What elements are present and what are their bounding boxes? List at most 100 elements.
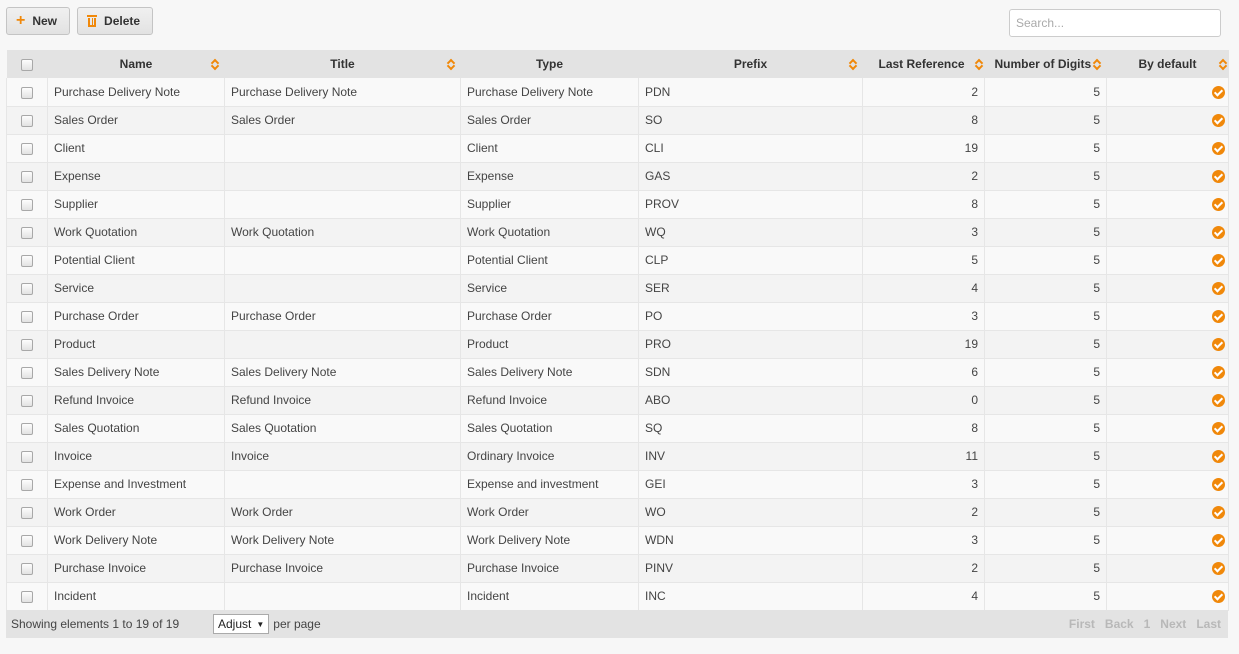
table-row[interactable]: Service Service SER 4 5	[6, 274, 1229, 303]
cell-number-of-digits: 5	[984, 246, 1107, 275]
cell-title: Purchase Delivery Note	[224, 78, 461, 107]
row-checkbox[interactable]	[21, 478, 33, 491]
cell-by-default	[1106, 442, 1229, 471]
cell-last-reference: 19	[862, 330, 985, 359]
column-header-name[interactable]: Name	[47, 50, 225, 78]
delete-button[interactable]: Delete	[77, 7, 154, 35]
row-checkbox[interactable]	[21, 254, 33, 267]
cell-type: Incident	[460, 582, 639, 611]
page-size-select[interactable]: Adjust ▼	[213, 614, 270, 634]
table-row[interactable]: Sales Quotation Sales Quotation Sales Quot…	[6, 414, 1229, 443]
cell-by-default	[1106, 554, 1229, 583]
cell-by-default	[1106, 134, 1229, 163]
search-input[interactable]	[1009, 9, 1221, 37]
cell-type: Supplier	[460, 190, 639, 219]
cell-number-of-digits: 5	[984, 358, 1107, 387]
column-header-number-of-digits[interactable]: Number of Digits	[984, 50, 1107, 78]
cell-prefix: SQ	[638, 414, 863, 443]
row-checkbox[interactable]	[21, 198, 33, 211]
row-select-cell	[6, 190, 48, 219]
column-header-by-default[interactable]: By default	[1106, 50, 1229, 78]
row-checkbox[interactable]	[21, 86, 33, 99]
column-header-type[interactable]: Type	[460, 50, 639, 78]
sort-icon[interactable]	[211, 58, 219, 70]
cell-last-reference: 19	[862, 134, 985, 163]
table-row[interactable]: Supplier Supplier PROV 8 5	[6, 190, 1229, 219]
table-row[interactable]: Sales Delivery Note Sales Delivery Note Sa…	[6, 358, 1229, 387]
cell-type: Sales Quotation	[460, 414, 639, 443]
row-select-cell	[6, 414, 48, 443]
cell-prefix: CLP	[638, 246, 863, 275]
check-circle-icon	[1212, 254, 1225, 268]
sort-icon[interactable]	[849, 58, 857, 70]
row-checkbox[interactable]	[21, 142, 33, 155]
sort-icon[interactable]	[1219, 58, 1227, 70]
row-checkbox[interactable]	[21, 394, 33, 407]
check-circle-icon	[1212, 562, 1225, 576]
sort-icon[interactable]	[975, 58, 983, 70]
table-row[interactable]: Refund Invoice Refund Invoice Refund Invoi…	[6, 386, 1229, 415]
select-all-checkbox[interactable]	[21, 58, 33, 71]
cell-title	[224, 582, 461, 611]
row-select-cell	[6, 218, 48, 247]
sort-icon[interactable]	[447, 58, 455, 70]
table-row[interactable]: Expense and Investment Expense and invest…	[6, 470, 1229, 499]
cell-title: Sales Order	[224, 106, 461, 135]
pager-back[interactable]: Back	[1105, 617, 1134, 631]
cell-name: Expense and Investment	[47, 470, 225, 499]
pager-next[interactable]: Next	[1160, 617, 1186, 631]
table-row[interactable]: Invoice Invoice Ordinary Invoice INV 11 5	[6, 442, 1229, 471]
cell-last-reference: 3	[862, 470, 985, 499]
check-circle-icon	[1212, 394, 1225, 408]
column-header-prefix[interactable]: Prefix	[638, 50, 863, 78]
row-select-cell	[6, 358, 48, 387]
table-row[interactable]: Potential Client Potential Client CLP 5 5	[6, 246, 1229, 275]
cell-last-reference: 4	[862, 582, 985, 611]
row-checkbox[interactable]	[21, 506, 33, 519]
table-row[interactable]: Incident Incident INC 4 5	[6, 582, 1229, 611]
cell-title	[224, 246, 461, 275]
cell-last-reference: 8	[862, 414, 985, 443]
cell-by-default	[1106, 582, 1229, 611]
table-row[interactable]: Purchase Delivery Note Purchase Delivery …	[6, 78, 1229, 107]
table-row[interactable]: Work Quotation Work Quotation Work Quotati…	[6, 218, 1229, 247]
cell-by-default	[1106, 190, 1229, 219]
table-row[interactable]: Product Product PRO 19 5	[6, 330, 1229, 359]
row-checkbox[interactable]	[21, 450, 33, 463]
cell-number-of-digits: 5	[984, 442, 1107, 471]
table-row[interactable]: Expense Expense GAS 2 5	[6, 162, 1229, 191]
row-checkbox[interactable]	[21, 338, 33, 351]
row-checkbox[interactable]	[21, 562, 33, 575]
row-checkbox[interactable]	[21, 114, 33, 127]
cell-title	[224, 330, 461, 359]
table-row[interactable]: Client Client CLI 19 5	[6, 134, 1229, 163]
pager-last[interactable]: Last	[1196, 617, 1221, 631]
table-row[interactable]: Purchase Invoice Purchase Invoice Purchase…	[6, 554, 1229, 583]
column-header-last-reference[interactable]: Last Reference	[862, 50, 985, 78]
new-button[interactable]: + New	[6, 7, 71, 35]
sort-icon[interactable]	[1093, 58, 1101, 70]
row-checkbox[interactable]	[21, 226, 33, 239]
table-row[interactable]: Work Delivery Note Work Delivery Note Work…	[6, 526, 1229, 555]
table-row[interactable]: Purchase Order Purchase Order Purchase Ord…	[6, 302, 1229, 331]
row-checkbox[interactable]	[21, 534, 33, 547]
cell-number-of-digits: 5	[984, 302, 1107, 331]
row-checkbox[interactable]	[21, 170, 33, 183]
cell-name: Work Quotation	[47, 218, 225, 247]
row-checkbox[interactable]	[21, 422, 33, 435]
column-header-title[interactable]: Title	[224, 50, 461, 78]
pager-current-page[interactable]: 1	[1144, 617, 1151, 631]
cell-prefix: WO	[638, 498, 863, 527]
cell-title	[224, 274, 461, 303]
grid-footer: Showing elements 1 to 19 of 19 Adjust ▼ …	[6, 610, 1228, 638]
row-checkbox[interactable]	[21, 590, 33, 603]
table-row[interactable]: Sales Order Sales Order Sales Order SO 8 5	[6, 106, 1229, 135]
cell-type: Work Quotation	[460, 218, 639, 247]
pager-first[interactable]: First	[1069, 617, 1095, 631]
cell-type: Refund Invoice	[460, 386, 639, 415]
row-checkbox[interactable]	[21, 282, 33, 295]
row-checkbox[interactable]	[21, 310, 33, 323]
table-row[interactable]: Work Order Work Order Work Order WO 2 5	[6, 498, 1229, 527]
row-checkbox[interactable]	[21, 366, 33, 379]
cell-last-reference: 5	[862, 246, 985, 275]
